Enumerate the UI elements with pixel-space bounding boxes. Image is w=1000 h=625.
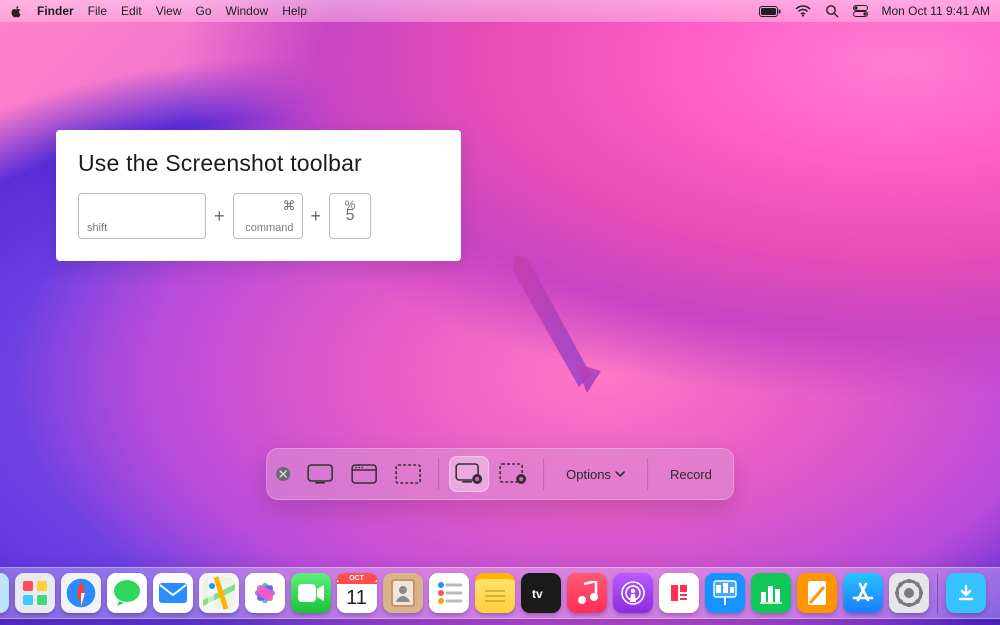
key-shift-label: shift	[87, 222, 107, 234]
capture-entire-screen-button[interactable]	[300, 456, 340, 492]
dock-app-finder[interactable]	[0, 573, 9, 613]
dock-app-launchpad[interactable]	[15, 573, 55, 613]
close-button[interactable]	[276, 467, 290, 481]
menu-app-name[interactable]: Finder	[37, 4, 74, 18]
command-symbol-icon: ⌘	[283, 198, 296, 214]
capture-selected-window-button[interactable]	[344, 456, 384, 492]
dock-app-calendar[interactable]: OCT 11	[337, 573, 377, 613]
dock-app-messages[interactable]	[107, 573, 147, 613]
instruction-title: Use the Screenshot toolbar	[78, 150, 439, 177]
dock-app-news[interactable]	[659, 573, 699, 613]
dock-app-maps[interactable]	[199, 573, 239, 613]
dock-app-tv[interactable]: tv	[521, 573, 561, 613]
dock: OCT 11 tv	[0, 567, 1000, 619]
dock-divider	[937, 573, 938, 613]
dock-app-music[interactable]	[567, 573, 607, 613]
dock-app-podcasts[interactable]	[613, 573, 653, 613]
record-entire-screen-button[interactable]	[449, 456, 489, 492]
dock-app-notes[interactable]	[475, 573, 515, 613]
wifi-icon[interactable]	[795, 5, 811, 17]
dock-trash[interactable]	[992, 573, 1000, 613]
dock-app-appstore[interactable]	[843, 573, 883, 613]
calendar-month: OCT	[337, 575, 377, 582]
chevron-down-icon	[615, 470, 625, 478]
svg-text:tv: tv	[532, 587, 543, 601]
instruction-card: Use the Screenshot toolbar shift + ⌘ com…	[56, 130, 461, 261]
screenshot-toolbar: Options Record	[266, 448, 734, 500]
dock-app-numbers[interactable]	[751, 573, 791, 613]
desktop-wallpaper	[0, 0, 1000, 625]
menu-window[interactable]: Window	[226, 4, 269, 18]
spotlight-icon[interactable]	[825, 4, 839, 18]
dock-app-facetime[interactable]	[291, 573, 331, 613]
key-five: % 5	[329, 193, 371, 239]
dock-app-keynote[interactable]	[705, 573, 745, 613]
options-button[interactable]: Options	[554, 456, 637, 492]
menu-view[interactable]: View	[156, 4, 182, 18]
menu-clock[interactable]: Mon Oct 11 9:41 AM	[882, 4, 991, 18]
dock-app-contacts[interactable]	[383, 573, 423, 613]
dock-app-settings[interactable]	[889, 573, 929, 613]
dock-app-pages[interactable]	[797, 573, 837, 613]
battery-icon[interactable]	[759, 6, 781, 17]
options-label: Options	[566, 467, 611, 482]
record-selected-portion-button[interactable]	[493, 456, 533, 492]
toolbar-separator	[438, 458, 439, 490]
menu-go[interactable]: Go	[196, 4, 212, 18]
dock-container: OCT 11 tv	[0, 567, 1000, 619]
key-shift: shift	[78, 193, 206, 239]
calendar-day: 11	[337, 587, 377, 610]
plus-icon: +	[309, 206, 324, 227]
record-label: Record	[670, 467, 712, 482]
menu-edit[interactable]: Edit	[121, 4, 142, 18]
toolbar-separator	[543, 458, 544, 490]
menu-help[interactable]: Help	[282, 4, 307, 18]
shortcut-keys: shift + ⌘ command + % 5	[78, 193, 439, 239]
key-command-label: command	[245, 222, 293, 234]
dock-app-safari[interactable]	[61, 573, 101, 613]
dock-app-photos[interactable]	[245, 573, 285, 613]
toolbar-separator	[647, 458, 648, 490]
plus-icon: +	[212, 206, 227, 227]
record-button[interactable]: Record	[658, 456, 724, 492]
dock-app-reminders[interactable]	[429, 573, 469, 613]
menu-file[interactable]: File	[88, 4, 107, 18]
dock-downloads[interactable]	[946, 573, 986, 613]
key-command: ⌘ command	[233, 193, 303, 239]
apple-menu-icon[interactable]	[10, 5, 23, 18]
menu-bar: Finder File Edit View Go Window Help Mon…	[0, 0, 1000, 22]
dock-app-mail[interactable]	[153, 573, 193, 613]
control-center-icon[interactable]	[853, 5, 868, 17]
key-five-percent: %	[330, 198, 370, 212]
capture-selected-portion-button[interactable]	[388, 456, 428, 492]
